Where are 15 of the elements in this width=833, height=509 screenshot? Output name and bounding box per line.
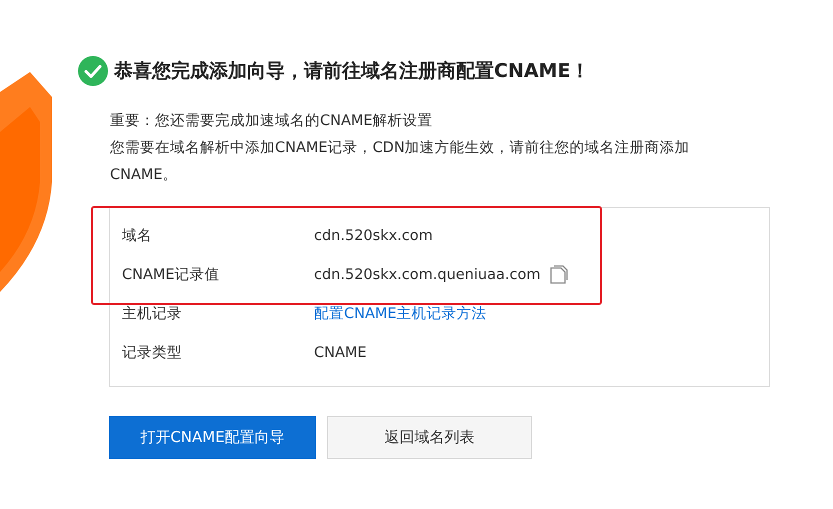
record-label: 域名 xyxy=(122,227,153,245)
notice-text: 重要：您还需要完成加速域名的CNAME解析设置 xyxy=(110,112,434,131)
record-link[interactable]: 配置CNAME主机记录方法 xyxy=(314,304,487,323)
wizard-button[interactable]: 打开CNAME配置向导 xyxy=(109,416,316,459)
record-label: 记录类型 xyxy=(122,344,183,362)
record-value: cdn.520skx.com xyxy=(314,228,433,244)
back-button[interactable]: 返回域名列表 xyxy=(327,416,532,459)
success-title: 恭喜您完成添加向导，请前往域名注册商配置CNAME！ xyxy=(114,59,590,84)
record-label: 主机记录 xyxy=(122,304,183,323)
record-value: CNAME xyxy=(314,344,367,360)
check-icon xyxy=(78,56,108,86)
record-value: cdn.520skx.com.queniuaa.com xyxy=(314,266,540,282)
record-label: CNAME记录值 xyxy=(122,266,221,284)
notice-text: 您需要在域名解析中添加CNAME记录，CDN加速方能生效，请前往您的域名注册商添加CNAME。 xyxy=(110,138,691,185)
copy-icon[interactable] xyxy=(548,264,568,284)
